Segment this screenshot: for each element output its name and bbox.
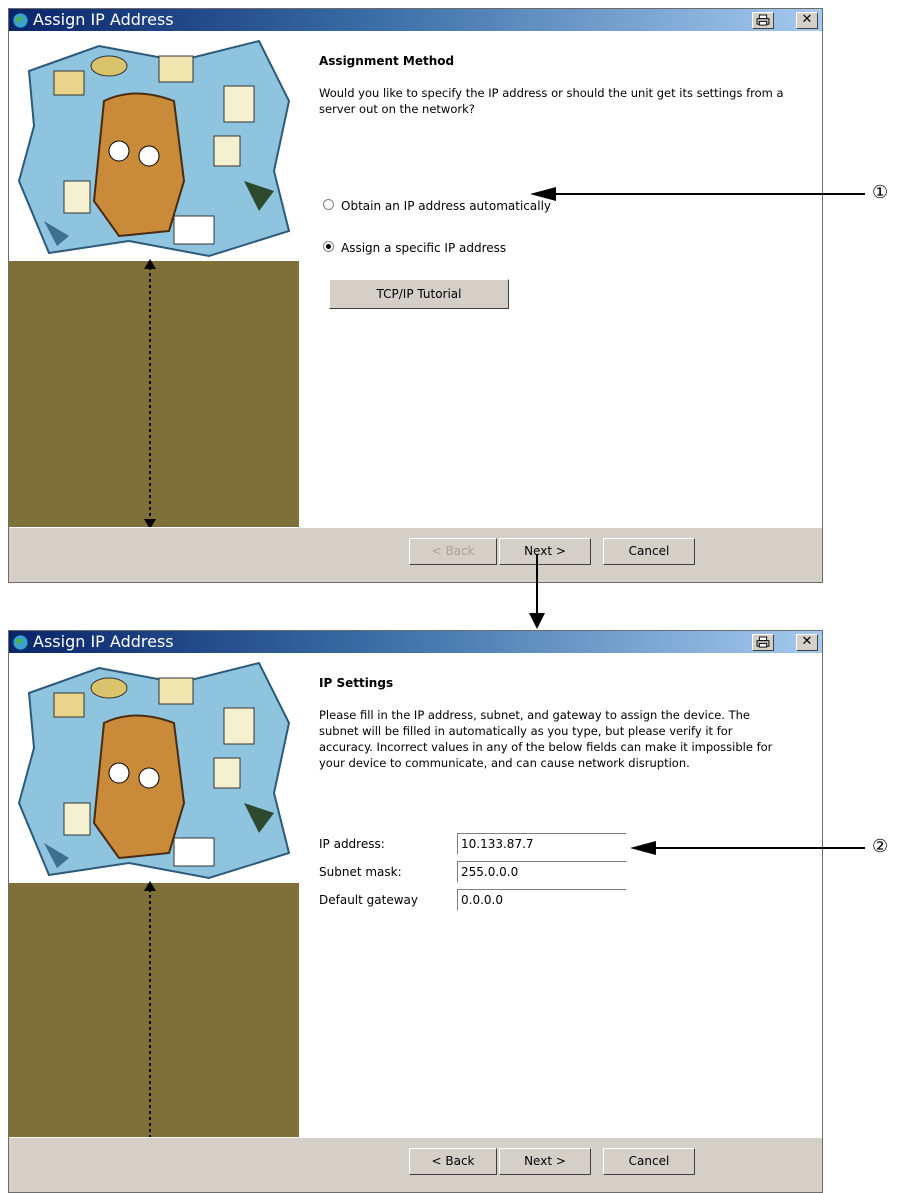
ip-address-field[interactable] bbox=[457, 833, 627, 855]
ip-address-label: IP address: bbox=[319, 837, 385, 851]
cancel-button[interactable]: Cancel bbox=[603, 538, 695, 565]
tcp-ip-tutorial-button[interactable]: TCP/IP Tutorial bbox=[329, 279, 509, 309]
radio-label: Obtain an IP address automatically bbox=[341, 199, 552, 213]
back-button[interactable]: < Back bbox=[409, 1148, 497, 1175]
wizard-illustration bbox=[9, 653, 299, 883]
page-heading: Assignment Method bbox=[319, 54, 455, 68]
close-icon: ✕ bbox=[801, 12, 813, 27]
wizard-side-panel bbox=[9, 653, 299, 1138]
callout-label-1: ① bbox=[872, 182, 889, 203]
next-button[interactable]: Next > bbox=[499, 1148, 591, 1175]
callout-label-2: ② bbox=[872, 836, 889, 857]
wizard-footer: < Back Next > Cancel bbox=[9, 527, 822, 582]
wizard-content: Assignment Method Would you like to spec… bbox=[299, 31, 822, 528]
cancel-button[interactable]: Cancel bbox=[603, 1148, 695, 1175]
default-gateway-label: Default gateway bbox=[319, 893, 418, 907]
next-step-arrow bbox=[529, 555, 545, 629]
print-button[interactable] bbox=[752, 634, 774, 651]
window-title: Assign IP Address bbox=[33, 632, 174, 651]
globe-icon bbox=[12, 12, 29, 29]
callout-arrow-2 bbox=[630, 841, 865, 855]
resize-guide-arrow bbox=[144, 259, 156, 528]
printer-icon bbox=[756, 636, 770, 648]
wizard-illustration bbox=[9, 31, 299, 261]
radio-label: Assign a specific IP address bbox=[341, 241, 507, 255]
title-bar[interactable]: Assign IP Address ✕ bbox=[9, 631, 822, 653]
wizard-content: IP Settings Please fill in the IP addres… bbox=[299, 653, 822, 1138]
title-bar[interactable]: Assign IP Address ✕ bbox=[9, 9, 822, 31]
subnet-mask-field[interactable] bbox=[457, 861, 627, 883]
page-heading: IP Settings bbox=[319, 676, 394, 690]
radio-button-unchecked[interactable] bbox=[323, 199, 334, 210]
window-title: Assign IP Address bbox=[33, 10, 174, 29]
default-gateway-field[interactable] bbox=[457, 889, 627, 911]
callout-arrow-1 bbox=[530, 187, 865, 201]
page-description: Would you like to specify the IP address… bbox=[319, 86, 784, 116]
print-button[interactable] bbox=[752, 12, 774, 29]
wizard-footer: < Back Next > Cancel bbox=[9, 1137, 822, 1192]
back-button[interactable]: < Back bbox=[409, 538, 497, 565]
assign-ip-window-1: Assign IP Address ✕ Assignment Method Wo… bbox=[8, 8, 823, 583]
subnet-mask-label: Subnet mask: bbox=[319, 865, 402, 879]
close-button[interactable]: ✕ bbox=[796, 634, 818, 651]
globe-icon bbox=[12, 634, 29, 651]
wizard-side-panel bbox=[9, 31, 299, 528]
assign-ip-window-2: Assign IP Address ✕ IP Settings Please f… bbox=[8, 630, 823, 1193]
printer-icon bbox=[756, 14, 770, 26]
page-description: Please fill in the IP address, subnet, a… bbox=[319, 708, 773, 770]
radio-button-checked[interactable] bbox=[323, 241, 334, 252]
close-icon: ✕ bbox=[801, 634, 813, 649]
resize-guide-arrow bbox=[144, 881, 156, 1138]
close-button[interactable]: ✕ bbox=[796, 12, 818, 29]
